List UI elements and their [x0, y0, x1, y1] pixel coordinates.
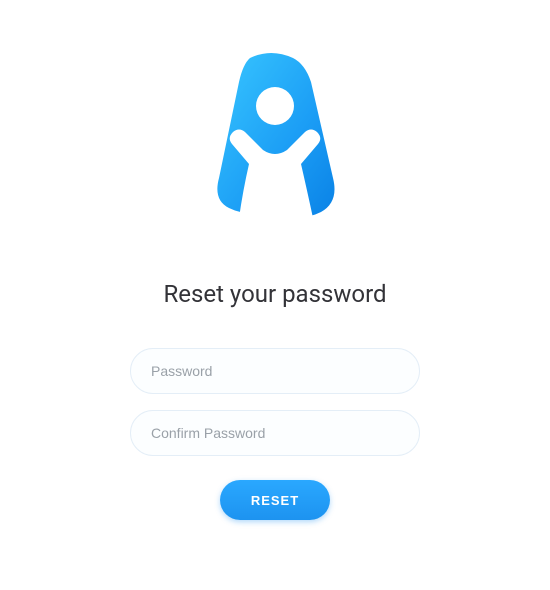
reset-password-form: RESET: [130, 348, 420, 520]
reset-button[interactable]: RESET: [220, 480, 330, 520]
person-arms-up-icon: [205, 50, 345, 220]
page-title: Reset your password: [163, 280, 386, 308]
app-logo: [205, 50, 345, 220]
confirm-password-input[interactable]: [130, 410, 420, 456]
password-input[interactable]: [130, 348, 420, 394]
